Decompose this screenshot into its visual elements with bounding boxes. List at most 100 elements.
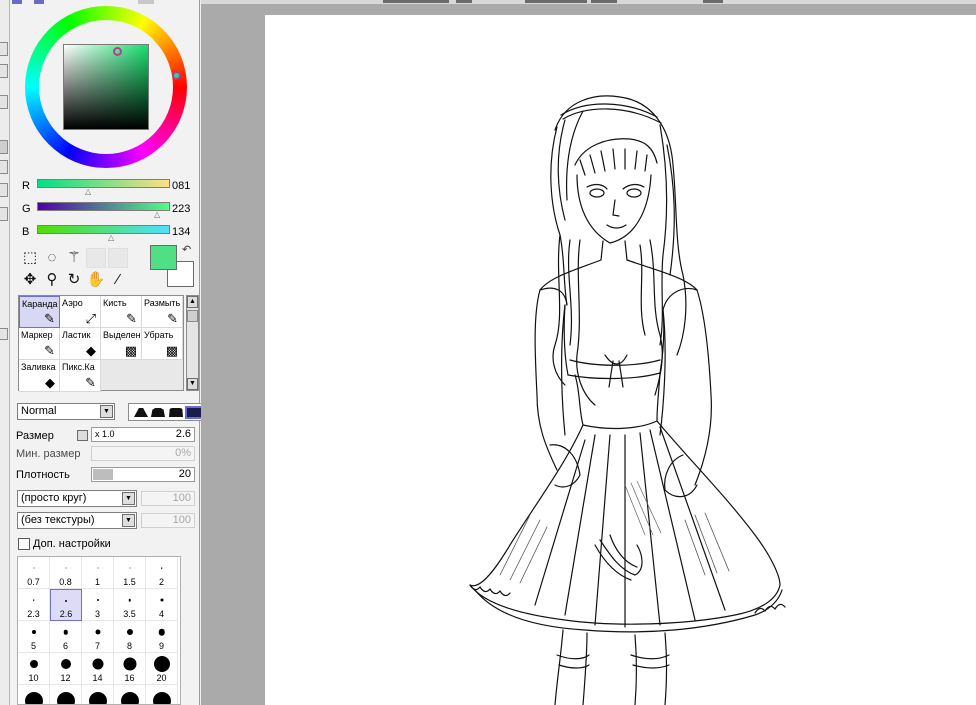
density-field[interactable]: 20	[91, 467, 195, 482]
brush-grid-scrollbar[interactable]: ▲ ▼	[186, 295, 199, 391]
min-size-value: 0%	[175, 447, 191, 459]
hue-cursor[interactable]	[172, 71, 181, 80]
brush-size-cell[interactable]: 7	[82, 621, 114, 653]
edge-shape-soft-icon[interactable]	[134, 408, 148, 417]
brush-tool-item[interactable]: Пикс.Ка ✎	[60, 360, 101, 392]
brush-shape-select[interactable]: (просто круг) ▼	[17, 490, 137, 507]
brush-size-cell[interactable]: 10	[18, 653, 50, 685]
brush-size-cell[interactable]	[114, 685, 146, 704]
green-slider[interactable]	[37, 202, 170, 211]
edge-shape-firm-icon[interactable]	[169, 408, 183, 417]
brush-size-cell[interactable]: 9	[146, 621, 178, 653]
edge-shape-medium-icon[interactable]	[151, 408, 165, 417]
scroll-thumb[interactable]	[187, 310, 198, 322]
chevron-down-icon[interactable]: ▼	[122, 492, 135, 505]
saturation-value-square[interactable]	[63, 44, 149, 130]
brush-tool-item[interactable]: Размыть ✎	[142, 296, 183, 328]
green-value[interactable]: 223	[172, 203, 190, 215]
brush-size-cell[interactable]: 14	[82, 653, 114, 685]
drawing-canvas[interactable]	[265, 15, 976, 705]
brush-tool-item[interactable]: Убрать ▩	[142, 328, 183, 360]
brush-size-cell[interactable]: 1.5	[114, 557, 146, 589]
red-value[interactable]: 081	[172, 180, 190, 192]
brush-size-cell[interactable]: 1	[82, 557, 114, 589]
blue-slider[interactable]	[37, 225, 170, 234]
brush-texture-select[interactable]: (без текстуры) ▼	[17, 512, 137, 529]
brush-size-cell[interactable]: 2.3	[18, 589, 50, 621]
chevron-down-icon[interactable]: ▼	[122, 514, 135, 527]
dock-button[interactable]	[0, 140, 8, 154]
brush-texture-amount[interactable]: 100	[141, 513, 195, 528]
dock-button[interactable]	[0, 42, 8, 56]
panel-tab[interactable]	[12, 0, 22, 4]
scroll-down-icon[interactable]: ▼	[187, 378, 198, 390]
brush-size-cell[interactable]: 2	[146, 557, 178, 589]
brush-size-cell[interactable]: 2.6	[50, 589, 82, 621]
magic-wand-icon[interactable]: ⚚	[64, 248, 84, 268]
brush-size-cell[interactable]	[50, 685, 82, 704]
rotate-icon[interactable]: ↻	[64, 270, 84, 290]
brush-tool-item[interactable]: Кисть ✎	[101, 296, 142, 328]
dock-button[interactable]	[0, 64, 8, 78]
strip-tab[interactable]	[703, 0, 723, 3]
size-field[interactable]: x 1.0 2.6	[91, 427, 195, 442]
swap-colors-icon[interactable]: ↶	[182, 243, 191, 256]
brush-size-cell[interactable]	[146, 685, 178, 704]
brush-tool-item[interactable]: Маркер ✎	[19, 328, 60, 360]
size-range-button[interactable]	[77, 430, 88, 441]
brush-size-cell[interactable]: 3.5	[114, 589, 146, 621]
advanced-settings-checkbox[interactable]	[18, 538, 30, 550]
brush-size-cell[interactable]: 0.7	[18, 557, 50, 589]
brush-size-dot	[158, 628, 165, 636]
brush-size-cell[interactable]: 20	[146, 653, 178, 685]
dock-button[interactable]	[0, 160, 8, 174]
dock-button[interactable]	[0, 183, 8, 197]
brush-size-cell[interactable]: 12	[50, 653, 82, 685]
blend-mode-select[interactable]: Normal ▼	[17, 403, 115, 420]
brush-size-cell[interactable]: 16	[114, 653, 146, 685]
brush-size-cell[interactable]: 4	[146, 589, 178, 621]
brush-shape-amount[interactable]: 100	[141, 491, 195, 506]
eyedropper-icon[interactable]: ⁄	[108, 270, 128, 290]
brush-size-cell[interactable]	[82, 685, 114, 704]
chevron-down-icon[interactable]: ▼	[100, 405, 113, 418]
brush-tool-label: Аэро	[62, 298, 83, 308]
strip-tab[interactable]	[456, 0, 472, 3]
panel-tab[interactable]	[138, 0, 154, 4]
strip-tab[interactable]	[591, 0, 617, 3]
brush-size-cell[interactable]: 8	[114, 621, 146, 653]
rect-select-icon[interactable]: ⬚	[20, 248, 40, 268]
dock-button[interactable]	[0, 95, 8, 109]
brush-tool-item[interactable]: Выделен ▩	[101, 328, 142, 360]
blue-value[interactable]: 134	[172, 226, 190, 238]
brush-tool-item[interactable]: Каранда ✎	[19, 296, 60, 328]
brush-size-cell[interactable]	[18, 685, 50, 704]
min-size-field[interactable]: 0%	[91, 446, 195, 461]
brush-size-cell[interactable]: 5	[18, 621, 50, 653]
blue-slider-thumb[interactable]: △	[108, 234, 114, 242]
dock-button[interactable]	[0, 328, 8, 340]
panel-tab[interactable]	[34, 0, 44, 4]
brush-size-label: 1	[94, 577, 100, 587]
dock-button[interactable]	[0, 207, 8, 221]
red-slider[interactable]	[37, 179, 170, 188]
brush-tool-item[interactable]: Заливка ◆	[19, 360, 60, 392]
sv-cursor[interactable]	[113, 47, 122, 56]
brush-tool-item[interactable]: Ластик ◆	[60, 328, 101, 360]
brush-tool-item[interactable]: Аэро ⤢	[60, 296, 101, 328]
brush-size-cell[interactable]: 6	[50, 621, 82, 653]
foreground-color-swatch[interactable]	[150, 245, 177, 270]
green-slider-thumb[interactable]: △	[154, 211, 160, 219]
brush-size-dot	[129, 567, 130, 569]
strip-tab[interactable]	[383, 0, 449, 3]
brush-size-cell[interactable]: 3	[82, 589, 114, 621]
scroll-up-icon[interactable]: ▲	[187, 296, 198, 308]
zoom-icon[interactable]: ⚲	[42, 270, 62, 290]
red-slider-thumb[interactable]: △	[85, 188, 91, 196]
strip-tab[interactable]	[525, 0, 587, 3]
hand-icon[interactable]: ✋	[86, 270, 106, 290]
lasso-icon[interactable]: ◌	[42, 248, 62, 268]
brush-size-cell[interactable]: 0.8	[50, 557, 82, 589]
edge-shape-hard-icon[interactable]	[185, 406, 203, 419]
move-icon[interactable]: ✥	[20, 270, 40, 290]
